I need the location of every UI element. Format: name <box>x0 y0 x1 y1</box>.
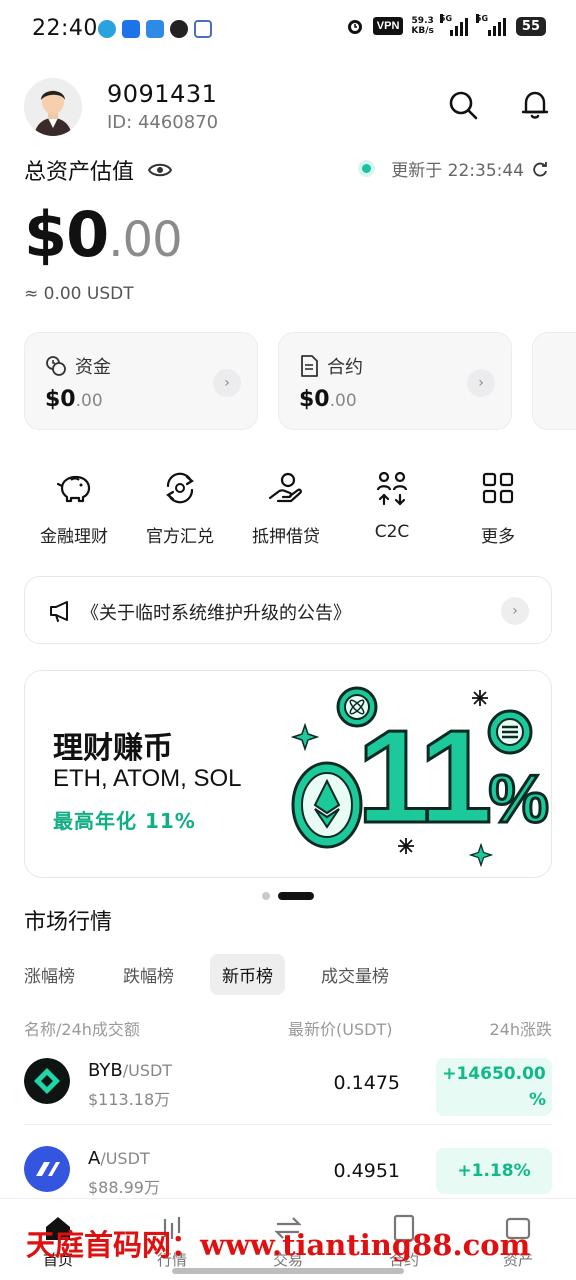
search-icon[interactable] <box>446 88 480 122</box>
divider <box>24 1124 552 1125</box>
eth-coin-icon <box>291 761 363 849</box>
vpn-badge: VPN <box>372 17 404 35</box>
a-coin-icon <box>24 1146 70 1192</box>
banner-promo: 最高年化 11% <box>53 809 196 833</box>
status-bar: 22:40 VPN 59.3 KB/s 5G 5G 55 <box>0 0 576 60</box>
chevron-right-icon[interactable]: › <box>501 597 529 625</box>
col-header-name: 名称/24h成交额 <box>24 1020 140 1039</box>
pager-dot[interactable] <box>262 892 270 900</box>
change-badge: +14650.00 % <box>436 1058 552 1116</box>
live-dot-icon <box>362 164 372 173</box>
c2c-icon <box>376 471 408 506</box>
next-account-card[interactable] <box>532 332 576 430</box>
quick-action-exchange[interactable]: 官方汇兑 <box>130 468 230 547</box>
tab-losers[interactable]: 跌幅榜 <box>111 954 186 995</box>
gmail-icon <box>194 20 212 38</box>
network-speed: 59.3 KB/s <box>411 16 434 36</box>
last-price: 0.4951 <box>333 1160 400 1182</box>
chevron-right-icon[interactable]: › <box>467 369 495 397</box>
banner-subtitle: ETH, ATOM, SOL <box>53 765 242 792</box>
telegram-icon <box>98 20 116 38</box>
eye-icon[interactable] <box>148 161 173 179</box>
chevron-right-icon[interactable]: › <box>213 369 241 397</box>
alarm-icon <box>347 20 362 34</box>
battery-icon: 55 <box>515 16 546 36</box>
notification-icons <box>98 20 212 38</box>
total-assets-amount: $0.00 <box>24 198 183 271</box>
banner-pager <box>262 892 314 900</box>
sparkle-icon <box>469 843 493 867</box>
futures-account-card[interactable]: 合约 $0.00 › <box>278 332 512 430</box>
quick-action-c2c[interactable]: C2C <box>342 468 442 542</box>
byb-coin-icon <box>24 1058 70 1104</box>
tab-gainers[interactable]: 涨幅榜 <box>12 954 87 995</box>
futures-value: $0.00 <box>299 387 357 412</box>
document-icon <box>301 355 318 377</box>
app-notification-icon <box>170 20 188 38</box>
app-notification-icon <box>122 20 140 38</box>
grid-icon <box>482 472 514 504</box>
tab-new-listings[interactable]: 新币榜 <box>210 954 285 995</box>
watermark-text: 天庭首码网：www.tianting88.com <box>26 1228 531 1262</box>
status-right: VPN 59.3 KB/s 5G 5G 55 <box>345 14 546 36</box>
star-icon <box>472 690 488 706</box>
signal-icon: 5G <box>475 14 508 36</box>
quick-action-more[interactable]: 更多 <box>448 468 548 547</box>
piggy-bank-icon <box>56 475 91 503</box>
pager-dot-active[interactable] <box>278 892 314 900</box>
megaphone-icon <box>50 601 68 622</box>
change-badge: +1.18% <box>436 1148 552 1194</box>
exchange-icon <box>166 472 194 504</box>
bell-icon[interactable] <box>518 88 552 122</box>
announcement-bar[interactable]: 《关于临时系统维护升级的公告》 › <box>24 576 552 644</box>
loan-hand-icon <box>268 472 302 503</box>
home-indicator[interactable] <box>172 1268 404 1274</box>
funding-value: $0.00 <box>45 387 103 412</box>
market-title: 市场行情 <box>24 910 113 935</box>
banner-big-percent: 11% <box>356 702 551 852</box>
banner-title: 理财赚币 <box>53 731 173 766</box>
funding-account-card[interactable]: 资金 $0.00 › <box>24 332 258 430</box>
updated-time: 更新于 22:35:44 <box>362 156 548 181</box>
quick-action-loan[interactable]: 抵押借贷 <box>236 468 336 547</box>
username: 9091431 <box>107 80 218 108</box>
total-assets-title: 总资产估值 <box>24 154 173 186</box>
promo-banner[interactable]: 理财赚币 ETH, ATOM, SOL 最高年化 11% 11% <box>24 670 552 878</box>
status-time: 22:40 <box>32 16 98 41</box>
sparkle-icon <box>291 723 319 751</box>
col-header-price: 最新价(USDT) <box>288 1020 393 1039</box>
announcement-text: 《关于临时系统维护升级的公告》 <box>81 603 351 624</box>
avatar[interactable] <box>24 78 82 136</box>
last-price: 0.1475 <box>333 1072 400 1094</box>
tab-volume[interactable]: 成交量榜 <box>309 954 401 995</box>
col-header-change: 24h涨跌 <box>489 1020 552 1039</box>
avatar-image <box>24 78 82 136</box>
usdt-equivalent: ≈ 0.00 USDT <box>24 284 134 304</box>
refresh-icon[interactable] <box>532 161 548 177</box>
coins-icon <box>46 356 66 376</box>
market-tabs: 涨幅榜 跌幅榜 新币榜 成交量榜 <box>24 954 401 995</box>
quick-action-earn[interactable]: 金融理财 <box>24 468 124 547</box>
app-notification-icon <box>146 20 164 38</box>
user-id: ID: 4460870 <box>107 112 219 133</box>
signal-icon: 5G <box>439 14 470 36</box>
star-icon <box>398 838 414 854</box>
market-row[interactable]: BYB/USDT $113.18万 0.1475 +14650.00 % <box>0 1046 576 1124</box>
